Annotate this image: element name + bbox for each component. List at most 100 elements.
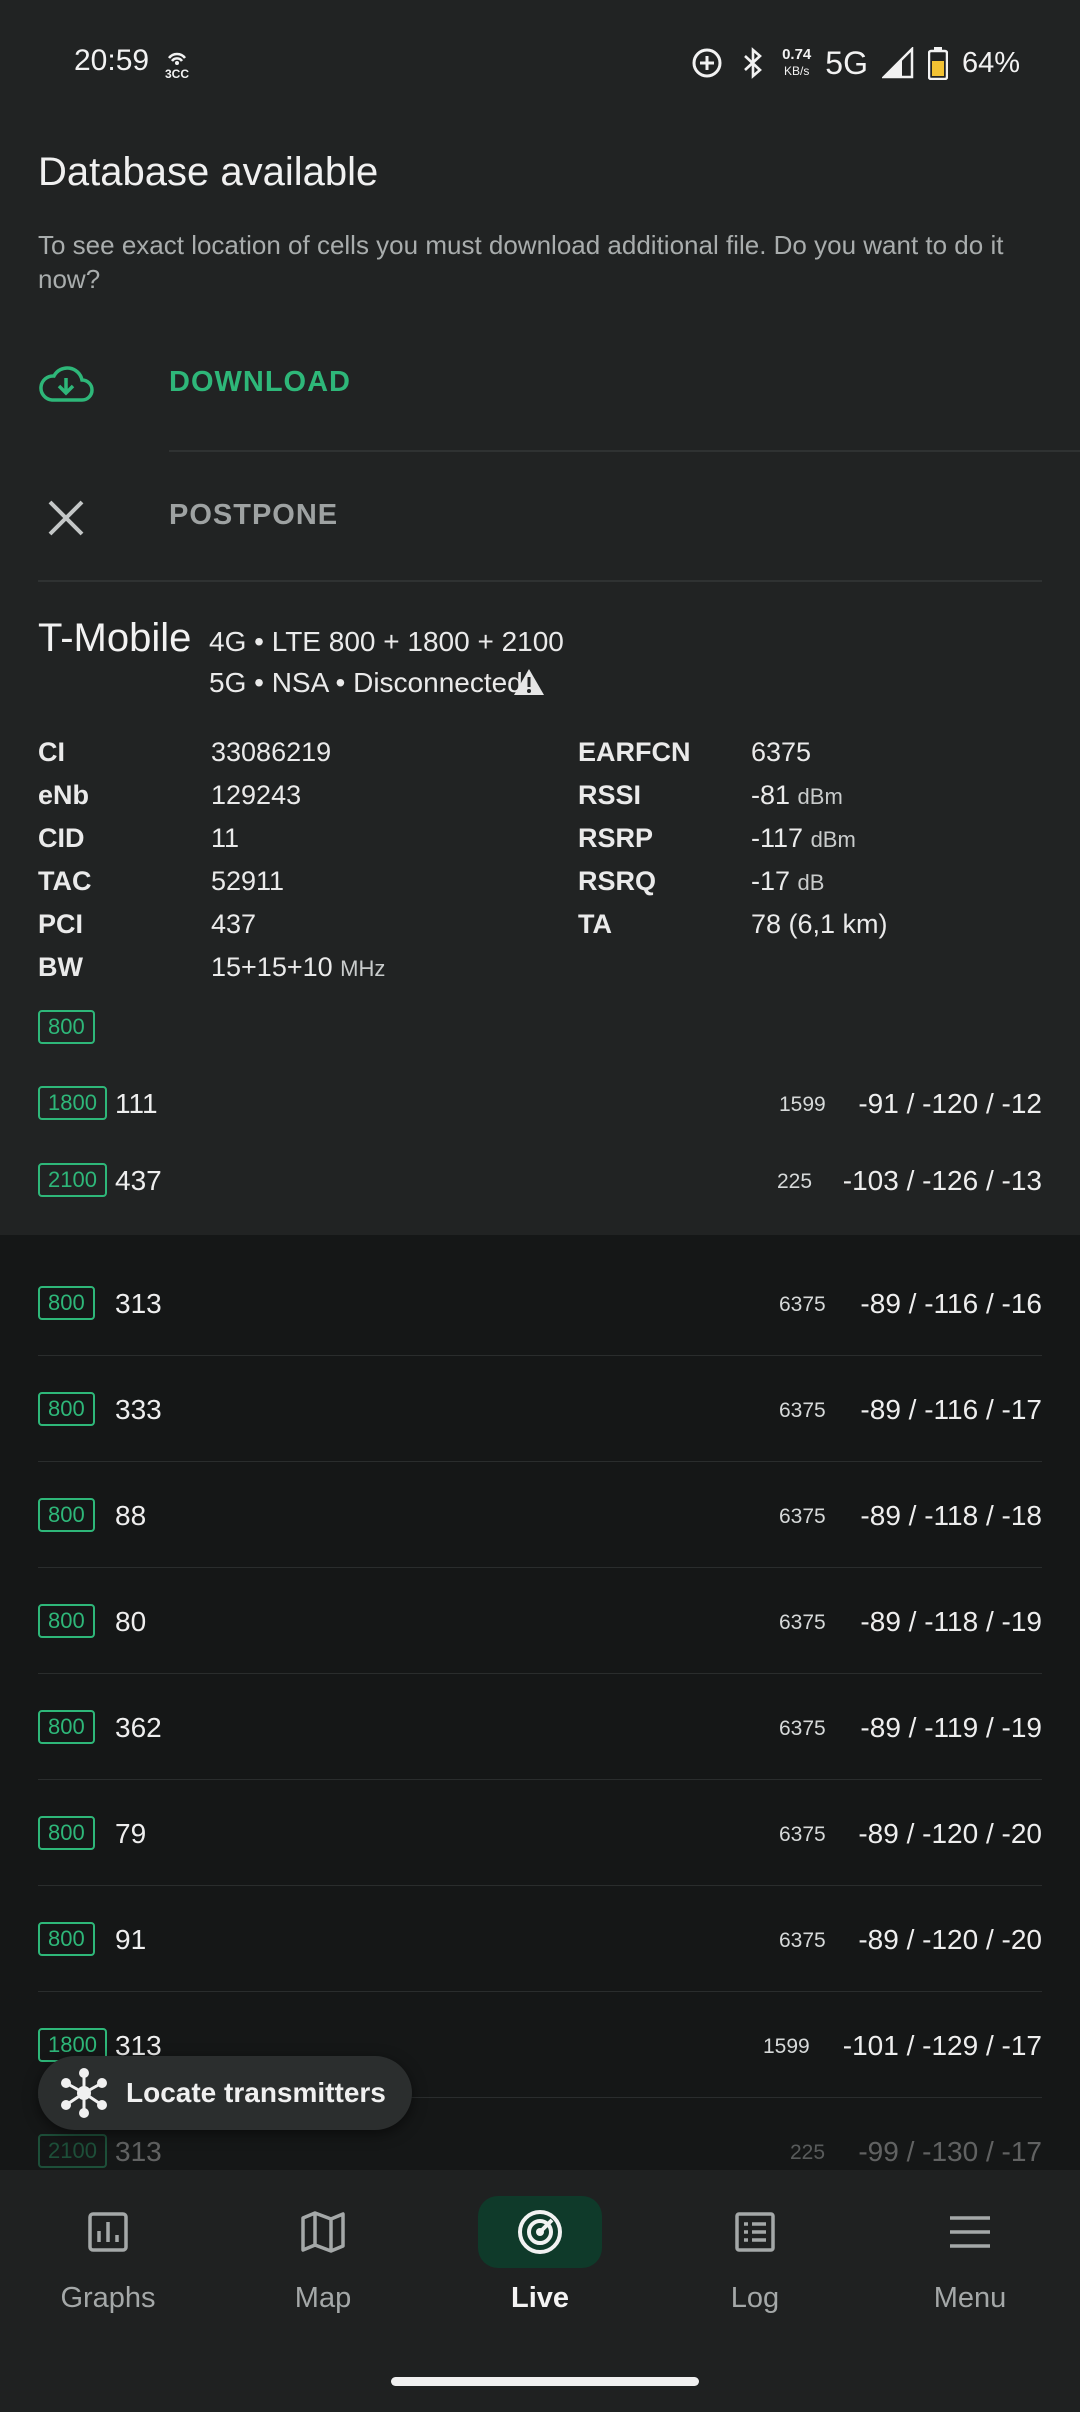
nav-log-icon-wrap — [693, 2196, 817, 2268]
param-value: 15+15+10 MHz — [211, 952, 385, 983]
neighbor-pci: 333 — [115, 1394, 162, 1425]
neighbor-pci: 91 — [115, 1924, 147, 1955]
postpone-button[interactable]: POSTPONE — [0, 470, 1080, 570]
param-key: eNb — [38, 780, 90, 810]
database-prompt-title: Database available — [38, 150, 379, 194]
signal-strength-icon — [881, 47, 914, 79]
neighbor-pci: 313 — [115, 2136, 162, 2167]
row-divider — [38, 1779, 1042, 1780]
row-divider — [38, 1673, 1042, 1674]
database-prompt-message: To see exact location of cells you must … — [38, 230, 1004, 294]
divider — [169, 450, 1080, 452]
param-key: EARFCN — [578, 737, 691, 767]
row-divider — [38, 1885, 1042, 1886]
warning-icon — [514, 669, 544, 695]
nav-graphs[interactable]: Graphs — [28, 2196, 188, 2315]
nav-live[interactable]: Live — [460, 2196, 620, 2315]
divider — [38, 580, 1042, 582]
locate-transmitters-button[interactable]: Locate transmitters — [38, 2056, 412, 2130]
param-key: CI — [38, 737, 65, 767]
row-divider — [38, 1991, 1042, 1992]
band-badge: 800 — [38, 1392, 95, 1426]
nav-map[interactable]: Map — [243, 2196, 403, 2315]
param-unit: dBm — [797, 784, 843, 809]
param-key: TA — [578, 909, 612, 939]
cell-earfcn: 225 — [777, 1170, 813, 1193]
band-badge-primary: 800 — [38, 1010, 95, 1044]
param-value: 6375 — [751, 737, 812, 767]
carrier-aggregation-label: 3CC — [165, 67, 189, 81]
neighbor-pci: 362 — [115, 1712, 162, 1743]
band-badge: 800 — [38, 1816, 95, 1850]
band-badge: 800 — [38, 1498, 95, 1532]
row-divider — [38, 1355, 1042, 1356]
graphs-icon — [88, 2212, 128, 2252]
menu-icon — [950, 2216, 990, 2248]
neighbor-signal: -89 / -116 / -16 — [860, 1288, 1042, 1319]
transmitters-icon — [61, 2068, 107, 2118]
operator-tech-line: 4G • LTE 800 + 1800 + 2100 — [209, 626, 564, 657]
network-speed: 0.74 KB/s — [782, 46, 811, 80]
neighbor-pci: 313 — [115, 1288, 162, 1319]
nav-map-label: Map — [294, 2282, 352, 2314]
nav-menu[interactable]: Menu — [890, 2196, 1050, 2315]
data-saver-icon — [692, 48, 722, 78]
param-value: -81 dBm — [751, 780, 843, 811]
param-key: RSRQ — [578, 866, 657, 896]
neighbor-signal: -89 / -118 / -18 — [860, 1500, 1042, 1531]
neighbor-earfcn: 6375 — [779, 1717, 826, 1740]
postpone-label: POSTPONE — [169, 499, 339, 531]
home-indicator[interactable] — [391, 2377, 699, 2386]
bottom-navigation: Graphs Map Live Log Menu — [0, 2170, 1080, 2412]
param-key: BW — [38, 952, 83, 982]
status-time: 20:59 — [74, 44, 150, 77]
param-unit: dB — [797, 870, 825, 895]
live-icon — [518, 2210, 562, 2254]
param-value: 437 — [211, 909, 257, 939]
neighbor-pci: 79 — [115, 1818, 147, 1849]
param-value: 129243 — [211, 780, 302, 810]
neighbor-earfcn: 6375 — [779, 1929, 826, 1952]
nav-live-label: Live — [510, 2282, 570, 2314]
nav-live-icon-wrap — [478, 2196, 602, 2268]
param-unit: dBm — [810, 827, 856, 852]
neighbor-signal: -89 / -120 / -20 — [858, 1924, 1042, 1955]
param-key: PCI — [38, 909, 84, 939]
band-badge: 800 — [38, 1710, 95, 1744]
param-key: TAC — [38, 866, 92, 896]
band-badge: 800 — [38, 1922, 95, 1956]
neighbor-earfcn: 225 — [790, 2141, 826, 2164]
param-value: 78 (6,1 km) — [751, 909, 888, 939]
download-button[interactable]: DOWNLOAD — [0, 340, 1080, 440]
battery-icon — [927, 47, 948, 80]
band-badge: 1800 — [38, 1086, 107, 1120]
cell-signal: -103 / -126 / -13 — [842, 1165, 1042, 1196]
neighbor-pci: 88 — [115, 1500, 147, 1531]
cloud-download-icon — [39, 366, 94, 402]
nav-log[interactable]: Log — [675, 2196, 835, 2315]
operator-5g-line: 5G • NSA • Disconnected — [209, 667, 523, 698]
neighbor-earfcn: 6375 — [779, 1823, 826, 1846]
band-badge: 800 — [38, 1286, 95, 1320]
param-key: CID — [38, 823, 85, 853]
neighbor-earfcn: 6375 — [779, 1505, 826, 1528]
nav-graphs-icon-wrap — [46, 2196, 170, 2268]
neighbor-signal: -89 / -116 / -17 — [860, 1394, 1042, 1425]
close-icon — [48, 500, 84, 536]
neighbor-earfcn: 6375 — [779, 1293, 826, 1316]
cell-pci: 111 — [115, 1088, 158, 1119]
band-badge: 800 — [38, 1604, 95, 1638]
neighbor-earfcn: 6375 — [779, 1399, 826, 1422]
nav-map-icon-wrap — [261, 2196, 385, 2268]
cell-signal: -91 / -120 / -12 — [858, 1088, 1042, 1119]
param-key: RSSI — [578, 780, 642, 810]
param-value: 52911 — [211, 866, 285, 896]
neighbor-earfcn: 6375 — [779, 1611, 826, 1634]
map-icon — [301, 2211, 345, 2253]
param-value-number: -117 — [751, 823, 804, 853]
bluetooth-icon — [744, 47, 763, 79]
param-value-number: 15+15+10 — [211, 952, 333, 982]
download-label: DOWNLOAD — [169, 366, 351, 398]
param-value-number: -81 — [751, 780, 791, 810]
neighbor-signal: -89 / -119 / -19 — [860, 1712, 1042, 1743]
